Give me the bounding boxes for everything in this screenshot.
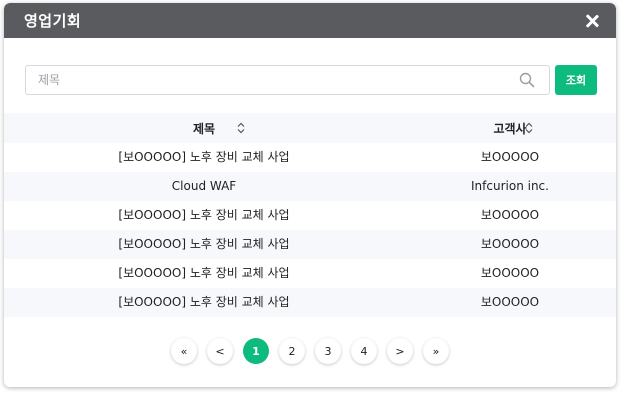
next-page-button[interactable]: > [387, 338, 413, 364]
search-box [25, 65, 550, 95]
pagination: « < 1 2 3 4 > » [4, 338, 616, 364]
search-input[interactable] [38, 66, 508, 94]
page-button-2[interactable]: 2 [279, 338, 305, 364]
table-row[interactable]: [보OOOOO] 노후 장비 교체 사업 보OOOOO [4, 259, 616, 288]
query-button[interactable]: 조회 [555, 65, 597, 95]
sort-icon[interactable] [236, 122, 246, 134]
cell-title: [보OOOOO] 노후 장비 교체 사업 [118, 208, 290, 222]
table-row[interactable]: [보OOOOO] 노후 장비 교체 사업 보OOOOO [4, 143, 616, 172]
cell-title: [보OOOOO] 노후 장비 교체 사업 [118, 150, 290, 164]
cell-customer: Infcurion inc. [471, 179, 549, 193]
cell-customer: 보OOOOO [480, 266, 540, 280]
sort-icon[interactable] [524, 122, 534, 134]
page-button-1[interactable]: 1 [243, 338, 269, 364]
close-icon[interactable] [584, 13, 600, 29]
prev-page-button[interactable]: < [207, 338, 233, 364]
column-header-customer[interactable]: 고객사 [404, 113, 616, 143]
cell-title: Cloud WAF [171, 179, 237, 193]
column-header-title[interactable]: 제목 [4, 113, 404, 143]
dialog-title: 영업기회 [24, 12, 82, 30]
table-row[interactable]: [보OOOOO] 노후 장비 교체 사업 보OOOOO [4, 288, 616, 317]
dialog-titlebar: 영업기회 [4, 3, 616, 38]
cell-customer: 보OOOOO [480, 208, 540, 222]
cell-customer: 보OOOOO [480, 237, 540, 251]
first-page-button[interactable]: « [171, 338, 197, 364]
table-row[interactable]: [보OOOOO] 노후 장비 교체 사업 보OOOOO [4, 230, 616, 259]
table-row[interactable]: [보OOOOO] 노후 장비 교체 사업 보OOOOO [4, 201, 616, 230]
page-button-3[interactable]: 3 [315, 338, 341, 364]
results-table: 제목 고객사 [보OOOOO] 노후 장비 교체 사업 보OOOOO Cloud… [4, 113, 616, 317]
search-row: 조회 [25, 65, 597, 95]
opportunity-dialog: 영업기회 조회 제목 고객사 [4, 3, 616, 387]
column-header-label: 제목 [192, 121, 216, 136]
table-row[interactable]: Cloud WAF Infcurion inc. [4, 172, 616, 201]
last-page-button[interactable]: » [423, 338, 449, 364]
cell-customer: 보OOOOO [480, 150, 540, 164]
cell-title: [보OOOOO] 노후 장비 교체 사업 [118, 237, 290, 251]
search-icon[interactable] [519, 72, 535, 88]
table-header: 제목 고객사 [4, 113, 616, 143]
column-header-label: 고객사 [493, 121, 527, 136]
cell-title: [보OOOOO] 노후 장비 교체 사업 [118, 295, 290, 309]
cell-title: [보OOOOO] 노후 장비 교체 사업 [118, 266, 290, 280]
page-button-4[interactable]: 4 [351, 338, 377, 364]
cell-customer: 보OOOOO [480, 295, 540, 309]
